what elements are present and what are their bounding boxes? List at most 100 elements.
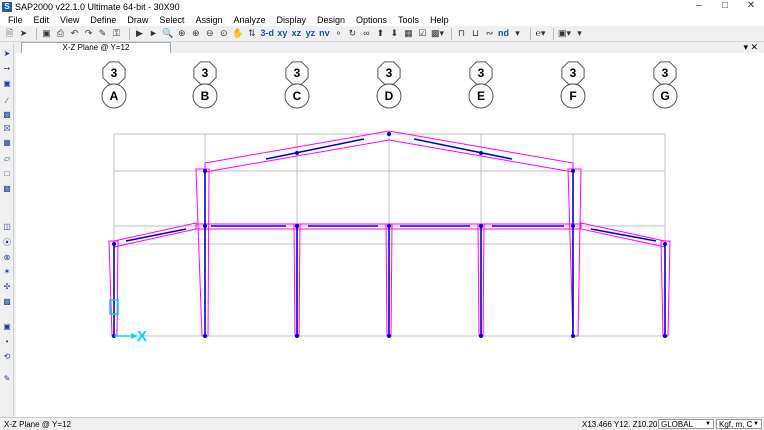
move-down-icon[interactable]: ⬇ bbox=[389, 27, 400, 40]
menu-analyze[interactable]: Analyze bbox=[233, 15, 265, 25]
menu-assign[interactable]: Assign bbox=[195, 15, 222, 25]
rotate-icon[interactable]: ⇅ bbox=[246, 27, 257, 40]
units-value: Kgf, m, C bbox=[719, 420, 753, 429]
quick-draw-area-icon[interactable]: ▩ bbox=[2, 184, 12, 194]
grid-bubble-bottom-label: C bbox=[293, 89, 302, 103]
units-select[interactable]: Kgf, m, C ▼ bbox=[716, 419, 762, 429]
status-view-name: X-Z Plane @ Y=12 bbox=[4, 420, 71, 429]
menu-define[interactable]: Define bbox=[90, 15, 116, 25]
chevron-down-icon: ▼ bbox=[705, 421, 711, 427]
joint-point bbox=[479, 151, 483, 155]
quick-draw-frame-icon[interactable]: ▩ bbox=[2, 110, 12, 120]
joint-point bbox=[571, 169, 575, 173]
lock-icon[interactable]: ⚿ bbox=[111, 27, 122, 40]
snap-icon[interactable]: ✣ bbox=[2, 282, 12, 292]
frame-icon[interactable]: ⊓ bbox=[456, 27, 467, 40]
menu-display[interactable]: Display bbox=[276, 15, 306, 25]
run-now-icon[interactable]: ► bbox=[148, 27, 159, 40]
view-nv-button[interactable]: nv bbox=[319, 27, 330, 40]
pan-icon[interactable]: ✋ bbox=[232, 27, 243, 40]
snap-intersect-icon[interactable]: ⟲ bbox=[2, 352, 12, 362]
menu-options[interactable]: Options bbox=[356, 15, 387, 25]
frame-member-line bbox=[590, 228, 657, 242]
link-icon[interactable]: ∞ bbox=[361, 27, 372, 40]
grid-bubble-bottom-label: D bbox=[385, 89, 394, 103]
snap-points-icon[interactable]: ▣ bbox=[2, 322, 12, 332]
clear-selection-icon[interactable]: ⊗ bbox=[2, 253, 12, 263]
sap2000-logo-icon: S bbox=[2, 1, 12, 12]
menu-draw[interactable]: Draw bbox=[127, 15, 148, 25]
select-prev-icon[interactable]: ⦿ bbox=[2, 238, 12, 248]
zoom-prev-icon[interactable]: ⊙ bbox=[218, 27, 229, 40]
close-icon[interactable]: ▾ ✕ bbox=[743, 42, 758, 52]
draw-secondary-icon[interactable]: ▦ bbox=[2, 138, 12, 148]
check-icon[interactable]: ☑ bbox=[417, 27, 428, 40]
redo-icon[interactable]: ↷ bbox=[83, 27, 94, 40]
joint-point bbox=[203, 169, 207, 173]
frame-cable-icon[interactable]: ∾ bbox=[484, 27, 495, 40]
print-icon[interactable]: ⎙ bbox=[55, 27, 66, 40]
tab-xz-plane[interactable]: X-Z Plane @ Y=12 bbox=[21, 42, 171, 53]
select-all-icon[interactable]: ◫ bbox=[2, 222, 12, 232]
menu-select[interactable]: Select bbox=[159, 15, 184, 25]
frame-hinge-icon[interactable]: ⊔ bbox=[470, 27, 481, 40]
zoom-window-icon[interactable]: 🔍 bbox=[162, 27, 173, 40]
menu-file[interactable]: File bbox=[8, 15, 23, 25]
coord-system-select[interactable]: GLOBAL ▼ bbox=[658, 419, 714, 429]
view-tab-row: X-Z Plane @ Y=12 ▾ ✕ bbox=[16, 42, 764, 53]
perspective-icon[interactable]: ⚬ bbox=[333, 27, 344, 40]
zoom-restore-icon[interactable]: ⊕ bbox=[176, 27, 187, 40]
close-button[interactable]: ✕ bbox=[738, 0, 764, 13]
grid-bubble-top-label: 3 bbox=[111, 66, 118, 80]
more-icon[interactable]: ▾ bbox=[574, 27, 585, 40]
grid-bubble-top-label: 3 bbox=[478, 66, 485, 80]
zoom-out-icon[interactable]: ⊖ bbox=[204, 27, 215, 40]
draw-brace-icon[interactable]: ☒ bbox=[2, 124, 12, 134]
draw-rect-area-icon[interactable]: □ bbox=[2, 169, 12, 179]
draw-joint-icon[interactable]: ▣ bbox=[2, 79, 12, 89]
area-icon[interactable]: ▣▾ bbox=[558, 27, 571, 40]
pointer-icon[interactable]: ➤ bbox=[2, 49, 12, 59]
display-options-icon[interactable]: ▩▾ bbox=[431, 27, 444, 40]
menu-design[interactable]: Design bbox=[317, 15, 345, 25]
joint-point bbox=[663, 242, 667, 246]
cursor-coordinates: X13.466 Y12. Z10.207 bbox=[582, 420, 662, 429]
refresh-icon[interactable]: ↻ bbox=[347, 27, 358, 40]
view-xy-button[interactable]: xy bbox=[277, 27, 288, 40]
frame-elevation-drawing[interactable]: 3 A 3 B 3 C 3 D 3 E 3 F 3 G X bbox=[16, 53, 764, 417]
open-file-icon[interactable]: ➤ bbox=[18, 27, 29, 40]
menu-edit[interactable]: Edit bbox=[34, 15, 50, 25]
menu-view[interactable]: View bbox=[60, 15, 79, 25]
intersecting-line-icon[interactable]: ✶ bbox=[2, 267, 12, 277]
menu-help[interactable]: Help bbox=[430, 15, 449, 25]
minimize-button[interactable]: – bbox=[686, 0, 712, 13]
pencil-icon[interactable]: ✎ bbox=[97, 27, 108, 40]
grid-bubble-bottom-label: F bbox=[569, 89, 576, 103]
frame-section-outline bbox=[195, 168, 210, 337]
snap-lines-icon[interactable]: ✎ bbox=[2, 374, 12, 384]
model-canvas[interactable]: 3 A 3 B 3 C 3 D 3 E 3 F 3 G X bbox=[16, 53, 764, 417]
frame-section-outline bbox=[567, 168, 582, 337]
dropdown-arrow-icon[interactable]: ▾ bbox=[512, 27, 523, 40]
snap-ends-icon[interactable]: • bbox=[2, 337, 12, 347]
view-xz-button[interactable]: xz bbox=[291, 27, 302, 40]
move-up-icon[interactable]: ⬆ bbox=[375, 27, 386, 40]
set-display-icon[interactable]: ▦ bbox=[403, 27, 414, 40]
view-yz-button[interactable]: yz bbox=[305, 27, 316, 40]
save-icon[interactable]: ▣ bbox=[41, 27, 52, 40]
zoom-in-icon[interactable]: ⊕ bbox=[190, 27, 201, 40]
reshape-icon[interactable]: ➙ bbox=[2, 64, 12, 74]
menu-tools[interactable]: Tools bbox=[398, 15, 419, 25]
main-toolbar: 🗎 ➤ ▣ ⎙ ↶ ↷ ✎ ⚿ ▶ ► 🔍 ⊕ ⊕ ⊖ ⊙ ✋ ⇅ 3-d xy… bbox=[0, 26, 764, 42]
run-analysis-icon[interactable]: ▶ bbox=[134, 27, 145, 40]
draw-area-icon[interactable]: ▱ bbox=[2, 154, 12, 164]
maximize-button[interactable]: □ bbox=[712, 0, 738, 13]
view-nd-button[interactable]: nd bbox=[498, 27, 509, 40]
new-file-icon[interactable]: 🗎 bbox=[4, 27, 15, 40]
draw-frame-icon[interactable]: ∕ bbox=[2, 96, 12, 106]
view-3d-button[interactable]: 3-d bbox=[260, 27, 274, 40]
joint-point bbox=[387, 224, 391, 228]
section-icon[interactable]: ℮▾ bbox=[535, 27, 546, 40]
undo-icon[interactable]: ↶ bbox=[69, 27, 80, 40]
snap-options-icon[interactable]: ▩ bbox=[2, 297, 12, 307]
